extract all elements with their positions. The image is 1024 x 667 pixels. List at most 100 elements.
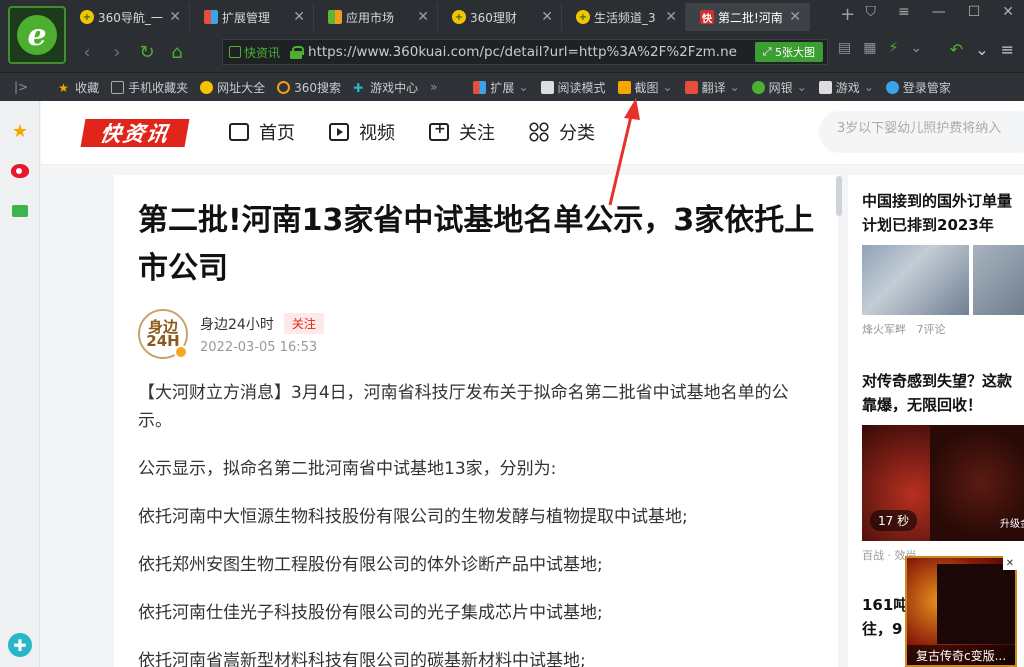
- video-thumbnail[interactable]: 17 秒 升级金: [862, 425, 1024, 541]
- minimize-icon[interactable]: —: [932, 4, 946, 20]
- close-icon[interactable]: ✕: [541, 9, 553, 25]
- reader-view-icon[interactable]: ▤: [838, 40, 851, 56]
- menu-icon[interactable]: ≡: [898, 4, 910, 20]
- speed-mode-icon[interactable]: ⚡: [888, 40, 898, 56]
- chevron-down-icon: ⌄: [662, 80, 673, 94]
- bookmark-label: 收藏: [75, 80, 100, 95]
- news-item[interactable]: 中国接到的国外订单量 计划已排到2023年 烽火军畔 7评论: [862, 189, 1024, 337]
- weibo-icon: [11, 164, 29, 178]
- url-text[interactable]: https://www.360kuai.com/pc/detail?url=ht…: [308, 44, 748, 60]
- ad-caption: 复古传奇c变版...: [907, 645, 1015, 665]
- article-body: 【大河财立方消息】3月4日，河南省科技厅发布关于拟命名第二批省中试基地名单的公示…: [138, 379, 814, 667]
- browser-logo[interactable]: e: [8, 6, 66, 64]
- skin-icon[interactable]: ⛉: [865, 4, 876, 20]
- author-name[interactable]: 身边24小时: [200, 314, 274, 334]
- nav-follow[interactable]: 关注: [429, 119, 495, 145]
- close-icon[interactable]: ✕: [1003, 556, 1017, 570]
- bookmark-label: 网址大全: [217, 80, 266, 95]
- bookmark-label: 手机收藏夹: [128, 80, 189, 95]
- tab-label: 360导航_一: [98, 10, 163, 25]
- toolbar-label: 网银: [768, 80, 793, 95]
- tab-360-finance[interactable]: + 360理财 ✕: [438, 3, 562, 31]
- tab-label: 应用市场: [346, 10, 395, 25]
- toolbar-label: 截图: [634, 80, 659, 95]
- address-bar[interactable]: 快资讯 https://www.360kuai.com/pc/detail?ur…: [222, 39, 828, 65]
- close-icon[interactable]: ✕: [169, 9, 181, 25]
- bookmarks-bar: |> ★ 收藏 手机收藏夹 网址大全 360搜索 ✚ 游戏中心 » 扩展 ⌄ 阅…: [0, 72, 1024, 101]
- more-bookmarks-icon[interactable]: »: [430, 80, 437, 94]
- tab-life-channel[interactable]: + 生活频道_3 ✕: [562, 3, 686, 31]
- home-icon[interactable]: ⌂: [162, 42, 192, 63]
- tab-article-active[interactable]: 快 第二批!河南 ✕: [686, 3, 810, 31]
- browser-sidebar: ★ ✚: [0, 101, 40, 667]
- navigation-buttons: ‹ › ↻ ⌂: [72, 36, 192, 68]
- toolbar-bank[interactable]: 网银 ⌄: [751, 79, 807, 96]
- menu-icon[interactable]: ≡: [1001, 40, 1014, 59]
- big-image-button[interactable]: ⤢ 5张大图: [754, 42, 823, 62]
- close-icon[interactable]: ✕: [417, 9, 429, 25]
- tab-label: 360理财: [470, 10, 517, 25]
- 360-icon: [200, 80, 214, 94]
- game-center-icon[interactable]: ✚: [8, 633, 32, 657]
- close-icon[interactable]: ✕: [293, 9, 305, 25]
- follow-button[interactable]: 关注: [283, 313, 324, 334]
- news-thumbnail[interactable]: [862, 245, 1024, 315]
- bookmark-favorites[interactable]: ★ 收藏: [58, 79, 99, 96]
- sidebar-favorites[interactable]: ★: [0, 111, 40, 151]
- nav-label: 分类: [559, 123, 595, 144]
- forward-icon[interactable]: ›: [102, 42, 132, 63]
- toolbar-reading-mode[interactable]: 阅读模式: [540, 79, 606, 96]
- sidebar-mail[interactable]: [0, 191, 40, 231]
- chevron-down-icon[interactable]: ⌄: [975, 40, 988, 59]
- news-title[interactable]: 中国接到的国外订单量: [862, 189, 1024, 213]
- chevron-down-icon: ⌄: [729, 80, 740, 94]
- news-item[interactable]: 对传奇感到失望？这款 靠爆，无限回收！ 17 秒 升级金 百战 · 效尚: [862, 369, 1024, 563]
- site-badge[interactable]: 快资讯: [229, 44, 280, 61]
- qrcode-icon[interactable]: ▦: [863, 40, 876, 56]
- nav-category[interactable]: 分类: [529, 119, 595, 145]
- maximize-icon[interactable]: ☐: [968, 4, 981, 20]
- star-icon: ★: [11, 120, 29, 142]
- close-window-icon[interactable]: ✕: [1002, 4, 1014, 20]
- close-icon[interactable]: ✕: [665, 9, 677, 25]
- chevron-down-icon[interactable]: ⌄: [910, 40, 922, 56]
- toolbar-extensions[interactable]: 扩展 ⌄: [473, 79, 529, 96]
- news-title[interactable]: 计划已排到2023年: [862, 213, 1024, 237]
- tab-360-nav[interactable]: + 360导航_一 ✕: [66, 3, 190, 31]
- back-icon[interactable]: ‹: [72, 42, 102, 63]
- shield-icon: [751, 80, 765, 94]
- screenshot-icon: [617, 80, 631, 94]
- refresh-icon[interactable]: ↻: [132, 42, 162, 63]
- bookmark-directory[interactable]: 网址大全: [200, 79, 265, 96]
- tab-extension-manager[interactable]: 扩展管理 ✕: [190, 3, 314, 31]
- toolbar-games[interactable]: 游戏 ⌄: [818, 79, 874, 96]
- nav-home[interactable]: 首页: [229, 119, 295, 145]
- star-icon: ★: [58, 80, 69, 95]
- avatar[interactable]: 身边 24H: [138, 309, 188, 359]
- bookmark-games[interactable]: ✚ 游戏中心: [353, 79, 418, 96]
- bookmark-mobile[interactable]: 手机收藏夹: [111, 79, 188, 96]
- news-title[interactable]: 靠爆，无限回收！: [862, 393, 1024, 417]
- bookmark-search[interactable]: 360搜索: [277, 79, 341, 96]
- undo-icon[interactable]: ↶: [950, 40, 963, 59]
- toolbar-translate[interactable]: 翻译 ⌄: [684, 79, 740, 96]
- news-comments: 7评论: [916, 323, 946, 336]
- search-logo-icon: [277, 80, 291, 94]
- lock-icon[interactable]: [290, 46, 305, 59]
- sidebar-toggle-icon[interactable]: |>: [14, 80, 28, 94]
- tab-app-market[interactable]: 应用市场 ✕: [314, 3, 438, 31]
- new-tab-button[interactable]: +: [840, 4, 855, 25]
- search-input[interactable]: 3岁以下婴幼儿照护费将纳入: [819, 111, 1024, 153]
- toolbar-login-manager[interactable]: 登录管家: [885, 79, 951, 96]
- site-logo[interactable]: 快资讯: [80, 119, 190, 147]
- scrollbar[interactable]: [836, 176, 842, 216]
- floating-ad[interactable]: 复古传奇c变版... ✕: [905, 556, 1017, 667]
- app-market-icon: [328, 10, 342, 24]
- sidebar-weibo[interactable]: [0, 151, 40, 191]
- news-title[interactable]: 对传奇感到失望？这款: [862, 369, 1024, 393]
- category-icon: [529, 122, 549, 142]
- nav-label: 首页: [259, 123, 295, 144]
- nav-video[interactable]: 视频: [329, 119, 395, 145]
- close-icon[interactable]: ✕: [789, 9, 801, 25]
- toolbar-screenshot[interactable]: 截图 ⌄: [617, 79, 673, 96]
